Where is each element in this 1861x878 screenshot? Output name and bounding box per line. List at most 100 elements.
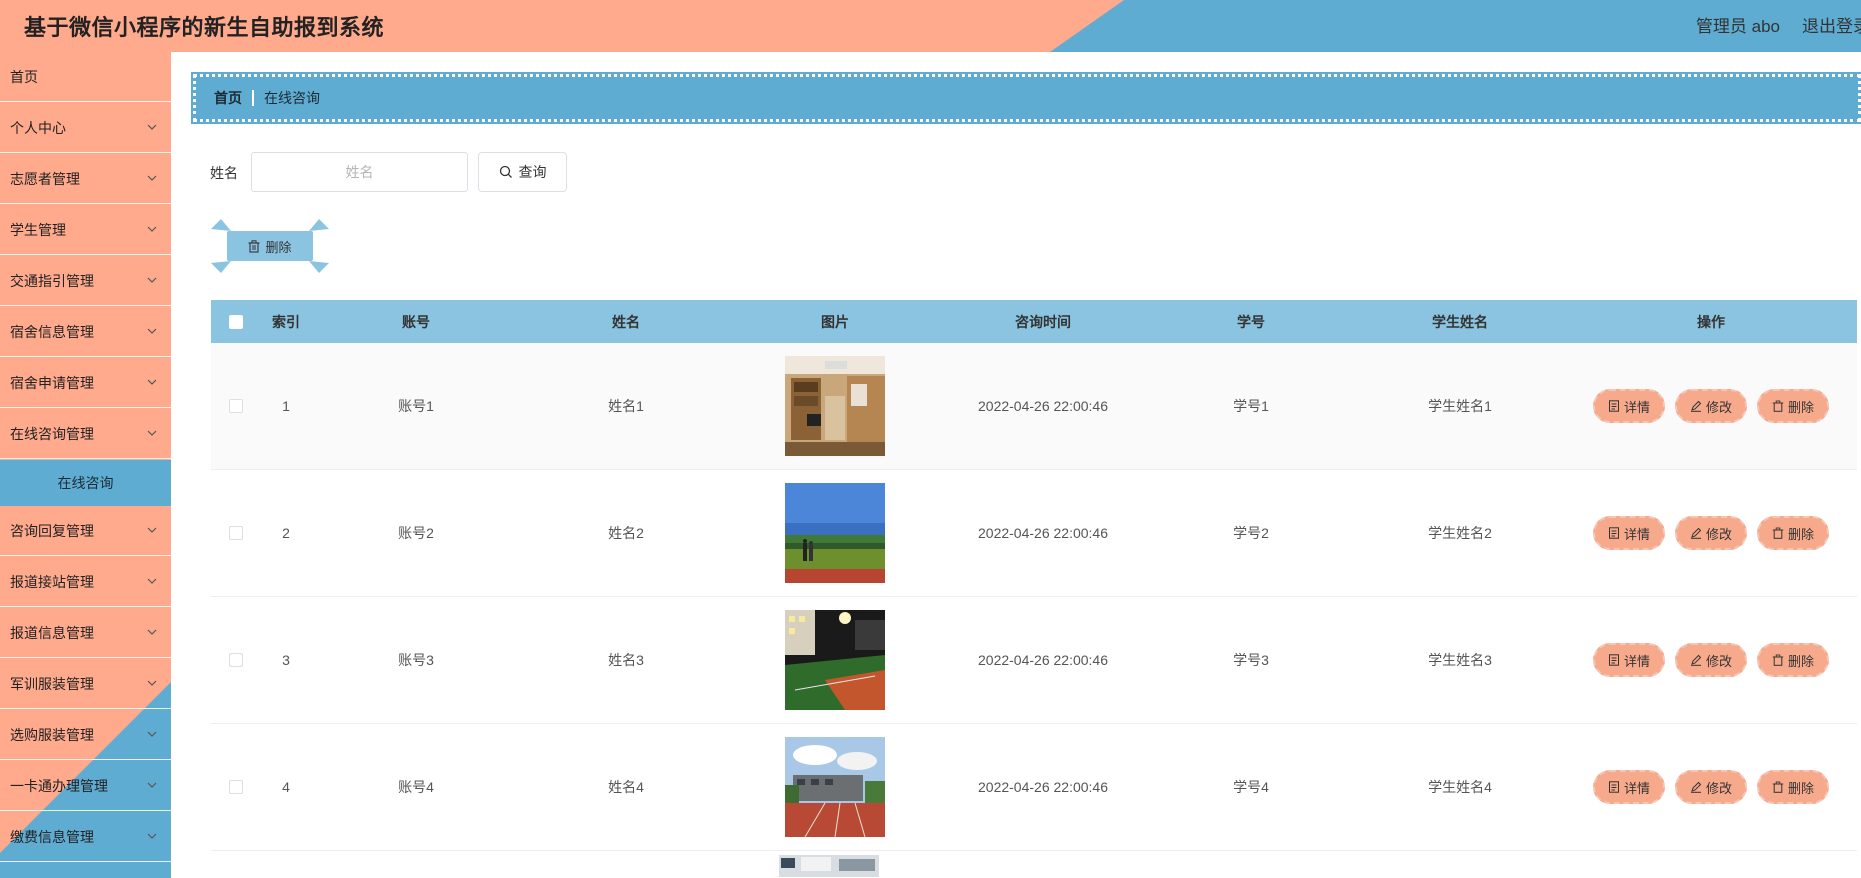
detail-label: 详情 — [1623, 653, 1650, 669]
consult-image-running-track-building[interactable] — [785, 737, 885, 837]
sidebar-item-1[interactable]: 个人中心 — [0, 103, 171, 153]
edit-button[interactable]: 修改 — [1674, 643, 1747, 677]
trash-icon — [1772, 781, 1784, 793]
edit-button[interactable]: 修改 — [1674, 389, 1747, 423]
col-header-time: 咨询时间 — [1015, 313, 1071, 330]
detail-button[interactable]: 详情 — [1592, 770, 1665, 804]
edit-button[interactable]: 修改 — [1674, 770, 1747, 804]
edit-label: 修改 — [1705, 653, 1732, 669]
breadcrumb-current: 在线咨询 — [264, 90, 320, 106]
sidebar-item-label: 个人中心 — [10, 119, 66, 136]
table-row: 1 账号1 姓名1 2022-04-26 22:00:46 学号1 学生姓名1 详情 修改 删除 — [211, 343, 1857, 470]
sidebar-item-label: 一卡通办理管理 — [10, 777, 108, 794]
chevron-down-icon — [147, 731, 157, 737]
cell-account: 账号2 — [398, 525, 434, 541]
sidebar-item-6[interactable]: 宿舍申请管理 — [0, 358, 171, 408]
edit-button[interactable]: 修改 — [1674, 516, 1747, 550]
sidebar-item-label: 首页 — [10, 68, 38, 85]
row-checkbox[interactable] — [229, 526, 243, 540]
sidebar-item-3[interactable]: 学生管理 — [0, 205, 171, 255]
bulk-delete-wrapper: 删除 — [211, 219, 329, 273]
col-header-actions: 操作 — [1697, 313, 1725, 330]
sidebar-item-after-3[interactable]: 军训服装管理 — [0, 659, 171, 709]
sidebar-item-5[interactable]: 宿舍信息管理 — [0, 307, 171, 357]
delete-label: 删除 — [1788, 526, 1815, 542]
cell-name: 姓名1 — [608, 398, 644, 414]
sidebar-item-0[interactable]: 首页 — [0, 52, 171, 102]
chevron-down-icon — [147, 328, 157, 334]
sidebar-item-label: 交通指引管理 — [10, 272, 94, 289]
detail-button[interactable]: 详情 — [1592, 389, 1665, 423]
sidebar-item-after-6[interactable]: 缴费信息管理 — [0, 812, 171, 862]
select-all-checkbox[interactable] — [229, 314, 243, 329]
detail-button[interactable]: 详情 — [1592, 643, 1665, 677]
row-checkbox[interactable] — [229, 399, 243, 413]
search-icon — [499, 165, 512, 178]
sidebar-item-7[interactable]: 在线咨询管理 — [0, 409, 171, 459]
col-header-index: 索引 — [272, 313, 300, 330]
cell-index: 4 — [282, 779, 290, 795]
chevron-down-icon — [147, 175, 157, 181]
cell-consult-time: 2022-04-26 22:00:46 — [978, 779, 1108, 795]
consult-image-sports-field-runners[interactable] — [785, 483, 885, 583]
cell-consult-time: 2022-04-26 22:00:46 — [978, 398, 1108, 414]
cell-consult-time: 2022-04-26 22:00:46 — [978, 652, 1108, 668]
cell-account: 账号3 — [398, 652, 434, 668]
table-row: 2 账号2 姓名2 2022-04-26 22:00:46 学号2 学生姓名2 详情 修改 删除 — [211, 470, 1857, 597]
trash-icon — [248, 239, 260, 253]
delete-label: 删除 — [1788, 653, 1815, 669]
sidebar-item-after-2[interactable]: 报道信息管理 — [0, 608, 171, 658]
sidebar-item-label: 宿舍信息管理 — [10, 323, 94, 340]
search-name-label: 姓名 — [210, 165, 238, 181]
chevron-down-icon — [147, 833, 157, 839]
table-row: 3 账号3 姓名3 2022-04-26 22:00:46 学号3 学生姓名3 详情 修改 删除 — [211, 597, 1857, 724]
sidebar-item-label: 咨询回复管理 — [10, 522, 94, 539]
search-name-input[interactable] — [251, 152, 468, 192]
sidebar-subitem-online-consult[interactable]: 在线咨询 — [0, 460, 171, 506]
row-checkbox[interactable] — [229, 653, 243, 667]
chevron-down-icon — [147, 226, 157, 232]
search-button[interactable]: 查询 — [478, 152, 567, 192]
sidebar-item-2[interactable]: 志愿者管理 — [0, 154, 171, 204]
delete-button[interactable]: 删除 — [1757, 389, 1830, 423]
table-header: 索引 账号 姓名 图片 咨询时间 学号 学生姓名 操作 — [211, 300, 1857, 343]
row-checkbox[interactable] — [229, 780, 243, 794]
detail-label: 详情 — [1623, 399, 1650, 415]
chevron-down-icon — [147, 527, 157, 533]
consult-image-dorm-room[interactable] — [785, 356, 885, 456]
current-user-label: 管理员 abo — [1695, 17, 1780, 36]
chevron-down-icon — [147, 782, 157, 788]
breadcrumb-separator — [252, 90, 254, 106]
sidebar-item-4[interactable]: 交通指引管理 — [0, 256, 171, 306]
sidebar-item-label: 学生管理 — [10, 221, 66, 238]
breadcrumb-home[interactable]: 首页 — [214, 88, 242, 108]
sidebar-item-after-0[interactable]: 咨询回复管理 — [0, 506, 171, 556]
col-header-student-name: 学生姓名 — [1432, 313, 1488, 330]
logout-link[interactable]: 退出登录 — [1802, 12, 1861, 37]
sidebar-item-label: 在线咨询管理 — [10, 425, 94, 442]
cell-consult-time: 2022-04-26 22:00:46 — [978, 525, 1108, 541]
cell-name: 姓名4 — [608, 779, 644, 795]
delete-button[interactable]: 删除 — [1757, 516, 1830, 550]
consultation-table: 索引 账号 姓名 图片 咨询时间 学号 学生姓名 操作 1 账号1 姓名1 2022-… — [211, 300, 1857, 878]
chevron-down-icon — [147, 277, 157, 283]
col-header-account: 账号 — [402, 313, 430, 330]
trash-icon — [1772, 527, 1784, 539]
chevron-down-icon — [147, 379, 157, 385]
cell-student-name: 学生姓名1 — [1428, 398, 1492, 414]
sidebar-item-label: 报道信息管理 — [10, 624, 94, 641]
table-body: 1 账号1 姓名1 2022-04-26 22:00:46 学号1 学生姓名1 详情 修改 删除… — [211, 343, 1857, 851]
sidebar-item-label: 缴费信息管理 — [10, 828, 94, 845]
col-header-name: 姓名 — [612, 313, 640, 330]
sidebar-item-after-4[interactable]: 选购服装管理 — [0, 710, 171, 760]
edit-icon — [1690, 400, 1702, 412]
detail-button[interactable]: 详情 — [1592, 516, 1665, 550]
sidebar-item-after-5[interactable]: 一卡通办理管理 — [0, 761, 171, 811]
consult-image-stadium-night[interactable] — [785, 610, 885, 710]
sidebar-item-after-1[interactable]: 报道接站管理 — [0, 557, 171, 607]
delete-button[interactable]: 删除 — [1757, 643, 1830, 677]
delete-button[interactable]: 删除 — [1757, 770, 1830, 804]
bulk-delete-button[interactable]: 删除 — [227, 231, 313, 261]
edit-label: 修改 — [1705, 399, 1732, 415]
sidebar-item-label: 选购服装管理 — [10, 726, 94, 743]
